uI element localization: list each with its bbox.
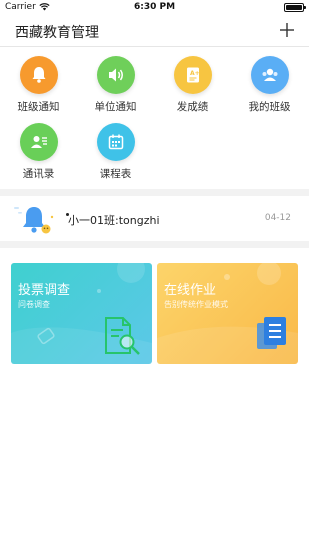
status-bar: Carrier 6:30 PM — [0, 0, 309, 16]
section-divider — [0, 189, 309, 196]
contacts-icon — [19, 123, 58, 161]
page-title: 西藏教育管理 — [15, 25, 99, 41]
grade-sheet-icon: A+ — [173, 56, 212, 94]
add-icon[interactable] — [279, 22, 295, 38]
notice-title: 小一01班:tongzhi — [68, 214, 160, 227]
speaker-icon — [96, 56, 135, 94]
section-divider — [0, 241, 309, 248]
svg-text:A+: A+ — [190, 70, 200, 77]
feature-label: 我的班级 — [248, 101, 291, 113]
status-time: 6:30 PM — [133, 2, 176, 12]
feature-unit-notice[interactable]: 单位通知 — [77, 56, 154, 114]
feature-timetable[interactable]: 课程表 — [77, 123, 154, 181]
feature-my-class[interactable]: 我的班级 — [231, 56, 308, 114]
online-homework-card[interactable]: 在线作业 告别传统作业模式 — [157, 263, 298, 364]
feature-label: 单位通知 — [94, 101, 137, 113]
vote-survey-card[interactable]: 投票调查 问卷调查 — [11, 263, 152, 364]
feature-label: 课程表 — [99, 168, 132, 180]
feature-contacts[interactable]: 通讯录 — [0, 123, 77, 181]
battery-icon — [284, 3, 306, 12]
class-people-icon — [250, 56, 289, 94]
card-subtitle: 问卷调查 — [18, 300, 50, 309]
card-subtitle: 告别传统作业模式 — [164, 300, 228, 309]
notice-date: 04-12 — [264, 213, 291, 223]
notice-list-item[interactable]: 小一01班:tongzhi 04-12 — [0, 197, 309, 239]
feature-class-notice[interactable]: 班级通知 — [0, 56, 77, 114]
feature-label: 通讯录 — [22, 168, 55, 180]
bell-icon — [19, 56, 58, 94]
feature-publish-grades[interactable]: A+ 发成绩 — [154, 56, 231, 114]
calendar-icon — [96, 123, 135, 161]
homework-book-icon — [257, 317, 286, 349]
nav-bar: 西藏教育管理 — [0, 16, 309, 47]
feature-label: 班级通知 — [17, 101, 60, 113]
card-title: 投票调查 — [18, 283, 71, 298]
feature-label: 发成绩 — [176, 101, 209, 113]
card-title: 在线作业 — [164, 283, 217, 298]
notice-bell-icon — [14, 207, 54, 234]
survey-magnifier-icon — [105, 317, 140, 355]
